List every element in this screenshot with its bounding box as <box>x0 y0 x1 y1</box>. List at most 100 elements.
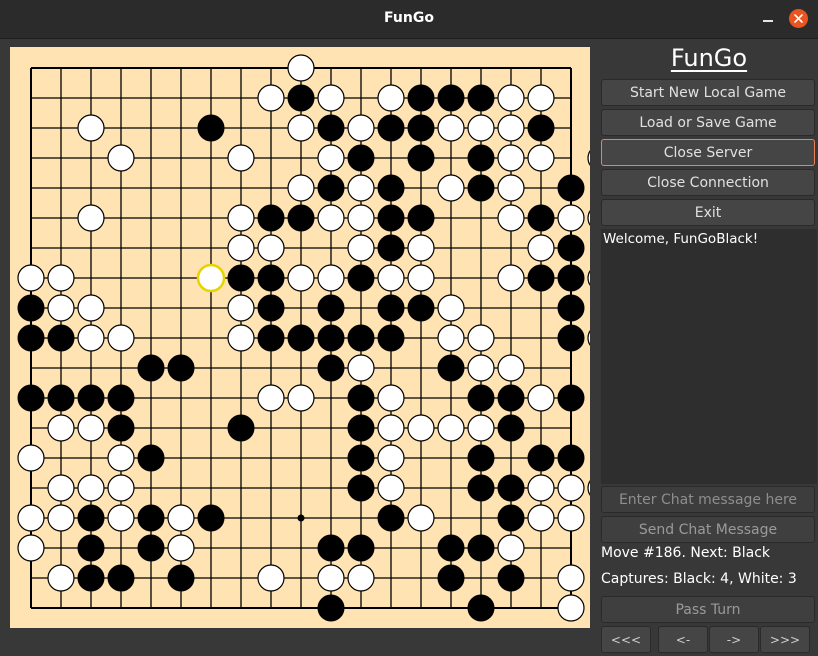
white-stone <box>557 504 585 532</box>
white-stone <box>77 324 105 352</box>
black-stone <box>347 144 375 172</box>
white-stone <box>107 444 135 472</box>
white-stone <box>587 150 590 166</box>
start-new-local-game-button[interactable]: Start New Local Game <box>601 79 815 106</box>
white-stone <box>377 444 405 472</box>
black-stone <box>557 444 585 472</box>
white-stone <box>497 534 525 562</box>
white-stone <box>497 264 525 292</box>
black-stone <box>347 414 375 442</box>
black-stone <box>47 384 75 412</box>
white-stone <box>377 84 405 112</box>
black-stone <box>467 594 495 622</box>
black-stone <box>557 264 585 292</box>
white-stone <box>527 84 555 112</box>
black-stone <box>497 414 525 442</box>
close-server-button[interactable]: Close Server <box>601 139 815 166</box>
black-stone <box>407 294 435 322</box>
star-point <box>297 514 305 522</box>
close-window-button[interactable] <box>789 9 808 28</box>
white-stone <box>497 84 525 112</box>
white-stone <box>557 564 585 592</box>
black-stone <box>107 384 135 412</box>
black-stone <box>557 174 585 202</box>
white-stone <box>227 294 255 322</box>
black-stone <box>317 534 345 562</box>
exit-button[interactable]: Exit <box>601 199 815 226</box>
app-title: FunGo <box>670 44 748 72</box>
white-stone <box>47 474 75 502</box>
black-stone <box>167 354 195 382</box>
white-stone <box>407 414 435 442</box>
black-stone <box>257 204 285 232</box>
chat-input[interactable] <box>601 486 815 513</box>
go-board-canvas[interactable] <box>10 47 590 628</box>
black-stone <box>437 84 465 112</box>
white-stone <box>227 324 255 352</box>
white-stone <box>347 204 375 232</box>
close-icon <box>794 14 803 23</box>
white-stone <box>407 504 435 532</box>
black-stone <box>557 294 585 322</box>
black-stone <box>467 84 495 112</box>
go-board[interactable] <box>10 47 590 628</box>
black-stone <box>467 174 495 202</box>
white-stone <box>467 114 495 142</box>
previous-move-button[interactable]: <- <box>658 626 708 653</box>
white-stone <box>587 210 590 226</box>
black-stone <box>437 534 465 562</box>
white-stone <box>257 384 285 412</box>
chat-log[interactable]: Welcome, FunGoBlack! <box>601 229 817 484</box>
white-stone <box>437 114 465 142</box>
white-stone <box>107 474 135 502</box>
white-stone <box>317 84 345 112</box>
black-stone <box>107 414 135 442</box>
black-stone <box>527 444 555 472</box>
white-stone <box>527 384 555 412</box>
white-stone <box>17 264 45 292</box>
white-stone <box>347 234 375 262</box>
last-move-button[interactable]: >>> <box>760 626 810 653</box>
white-stone <box>167 534 195 562</box>
white-stone <box>347 114 375 142</box>
white-stone <box>467 414 495 442</box>
white-stone <box>497 144 525 172</box>
white-stone <box>557 204 585 232</box>
white-stone <box>167 504 195 532</box>
minimize-button[interactable] <box>758 8 778 28</box>
black-stone <box>467 384 495 412</box>
black-stone <box>407 144 435 172</box>
black-stone <box>527 264 555 292</box>
black-stone <box>317 174 345 202</box>
white-stone <box>287 264 315 292</box>
black-stone <box>137 534 165 562</box>
black-stone <box>347 444 375 472</box>
white-stone <box>77 204 105 232</box>
send-chat-button[interactable]: Send Chat Message <box>601 516 815 543</box>
white-stone <box>287 114 315 142</box>
black-stone <box>557 234 585 262</box>
black-stone <box>317 594 345 622</box>
first-move-button[interactable]: <<< <box>601 626 651 653</box>
black-stone <box>137 504 165 532</box>
last-move-stone <box>196 263 226 293</box>
white-stone <box>287 384 315 412</box>
white-stone <box>287 54 315 82</box>
white-stone <box>17 504 45 532</box>
black-stone <box>377 294 405 322</box>
pass-turn-button[interactable]: Pass Turn <box>601 596 815 623</box>
close-connection-button[interactable]: Close Connection <box>601 169 815 196</box>
white-stone <box>557 474 585 502</box>
white-stone <box>587 270 590 286</box>
load-save-game-button[interactable]: Load or Save Game <box>601 109 815 136</box>
black-stone <box>527 204 555 232</box>
white-stone <box>77 474 105 502</box>
white-stone <box>107 324 135 352</box>
black-stone <box>407 204 435 232</box>
black-stone <box>497 504 525 532</box>
black-stone <box>437 354 465 382</box>
white-stone <box>47 264 75 292</box>
white-stone <box>227 144 255 172</box>
white-stone <box>287 174 315 202</box>
next-move-button[interactable]: -> <box>709 626 759 653</box>
